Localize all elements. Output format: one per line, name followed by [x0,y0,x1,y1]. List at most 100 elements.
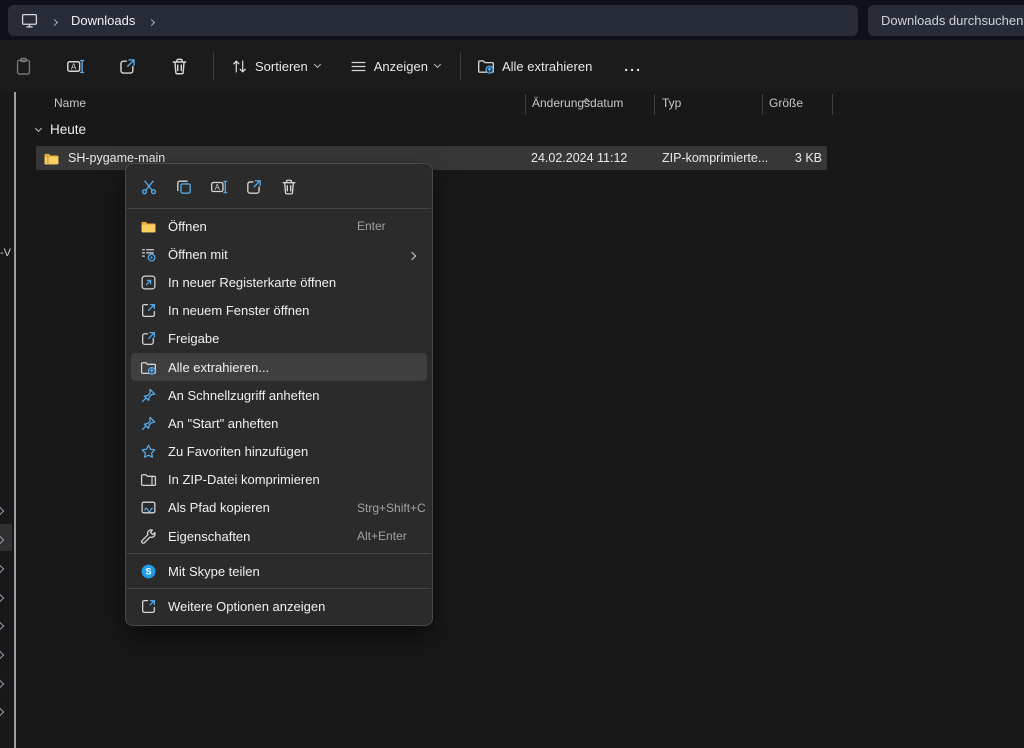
menu-item-label: Öffnen mit [168,247,228,262]
wrench-icon [138,527,158,545]
extract-label: Alle extrahieren [502,59,592,74]
menu-item-zip-komprimieren[interactable]: In ZIP-Datei komprimieren [131,466,427,494]
this-pc-icon[interactable] [21,12,38,29]
menu-item-alle-extrahieren[interactable]: Alle extrahieren... [131,353,427,381]
tree-expand-chevron[interactable] [0,645,3,663]
delete-button[interactable] [162,48,197,84]
menu-separator [127,208,431,209]
more-options-icon [138,598,158,616]
address-bar[interactable]: Downloads [8,5,858,36]
copy-button[interactable] [166,172,201,202]
rename-button[interactable]: A [58,48,93,84]
column-separator[interactable] [762,94,763,115]
menu-item-label: Weitere Optionen anzeigen [168,599,325,614]
menu-item-label: In neuem Fenster öffnen [168,303,309,318]
copy-path-icon [138,499,158,517]
star-icon [138,443,158,461]
copy-icon [175,178,193,196]
menu-item-label: In ZIP-Datei komprimieren [168,472,320,487]
more-options-button[interactable]: ... [616,48,650,84]
open-with-icon [138,245,158,263]
menu-item-eigenschaften[interactable]: Eigenschaften Alt+Enter [131,522,427,550]
pin-icon [138,386,158,404]
column-header-type[interactable]: Typ [662,96,681,110]
breadcrumb-chevron[interactable] [149,12,154,30]
tree-expand-chevron[interactable] [0,674,3,692]
tree-expand-chevron[interactable] [0,616,3,634]
menu-item-neues-fenster[interactable]: In neuem Fenster öffnen [131,297,427,325]
menu-item-shortcut: Strg+Shift+C [357,501,426,515]
cut-icon [140,178,158,196]
tree-expand-chevron[interactable] [0,501,3,519]
paste-button[interactable] [6,48,41,84]
extract-icon [138,358,158,376]
menu-item-freigabe[interactable]: Freigabe [131,325,427,353]
nav-pane-resize-handle[interactable] [14,92,16,748]
command-bar: A Sortieren Anzeigen Alle extrahieren ..… [0,40,1024,92]
more-dots-icon: ... [624,58,642,74]
svg-text:S: S [145,567,151,577]
sort-icon [231,58,248,75]
file-size: 3 KB [768,151,822,165]
chevron-down-icon [314,61,321,68]
menu-item-als-pfad-kopieren[interactable]: Als Pfad kopieren Strg+Shift+C [131,494,427,522]
extract-all-button[interactable]: Alle extrahieren [469,48,600,84]
search-input[interactable] [868,5,1024,36]
group-header-heute[interactable]: Heute [36,122,86,137]
file-explorer-window: Downloads A Sortieren Anzeigen [0,0,1024,748]
context-menu: A Öffnen Enter Öffnen mit [125,163,433,626]
breadcrumb-item-downloads[interactable]: Downloads [71,13,135,28]
tree-expand-chevron[interactable] [0,559,3,577]
cut-button[interactable] [131,172,166,202]
share-button[interactable] [110,48,145,84]
view-button[interactable]: Anzeigen [342,48,448,84]
skype-icon: S [138,562,158,580]
tree-expand-chevron[interactable] [0,702,3,720]
menu-item-label: Freigabe [168,331,219,346]
menu-item-neue-registerkarte[interactable]: In neuer Registerkarte öffnen [131,268,427,296]
menu-item-label: Öffnen [168,219,207,234]
submenu-chevron-icon [409,247,415,262]
menu-item-mit-skype-teilen[interactable]: S Mit Skype teilen [131,557,427,585]
column-header-size[interactable]: Größe [769,96,803,110]
column-separator[interactable] [832,94,833,115]
menu-item-favoriten-hinzufuegen[interactable]: Zu Favoriten hinzufügen [131,438,427,466]
menu-item-shortcut: Enter [357,219,386,233]
zip-folder-icon [43,150,60,167]
new-window-icon [138,302,158,320]
menu-item-oeffnen[interactable]: Öffnen Enter [131,212,427,240]
tree-expand-chevron[interactable] [0,588,3,606]
column-header-modified[interactable]: Änderungsdatum [532,96,623,110]
group-collapse-chevron[interactable] [35,125,42,132]
rename-icon: A [66,57,85,76]
sort-button[interactable]: Sortieren [223,48,328,84]
menu-item-start-anheften[interactable]: An "Start" anheften [131,409,427,437]
share-icon [118,57,137,76]
menu-item-weitere-optionen[interactable]: Weitere Optionen anzeigen [131,592,427,620]
delete-button[interactable] [271,172,306,202]
extract-icon [477,57,495,75]
menu-separator [127,553,431,554]
share-button[interactable] [236,172,271,202]
chevron-down-icon [434,61,441,68]
file-modified-date: 24.02.2024 11:12 [531,151,627,165]
title-bar: Downloads [0,0,1024,40]
share-icon [138,330,158,348]
sort-label: Sortieren [255,59,308,74]
share-icon [245,178,263,196]
column-separator[interactable] [654,94,655,115]
breadcrumb-chevron[interactable] [52,12,57,30]
column-header-name[interactable]: Name [54,96,86,110]
column-separator[interactable] [525,94,526,115]
rename-button[interactable]: A [201,172,236,202]
new-tab-icon [138,273,158,291]
menu-item-schnellzugriff-anheften[interactable]: An Schnellzugriff anheften [131,381,427,409]
tree-expand-chevron[interactable] [0,530,3,548]
menu-separator [127,588,431,589]
file-type: ZIP-komprimierte... [662,151,768,165]
menu-item-oeffnen-mit[interactable]: Öffnen mit [131,240,427,268]
menu-item-label: Zu Favoriten hinzufügen [168,444,308,459]
menu-item-label: Als Pfad kopieren [168,500,270,515]
menu-item-label: Alle extrahieren... [168,360,269,375]
toolbar-separator [213,52,214,80]
